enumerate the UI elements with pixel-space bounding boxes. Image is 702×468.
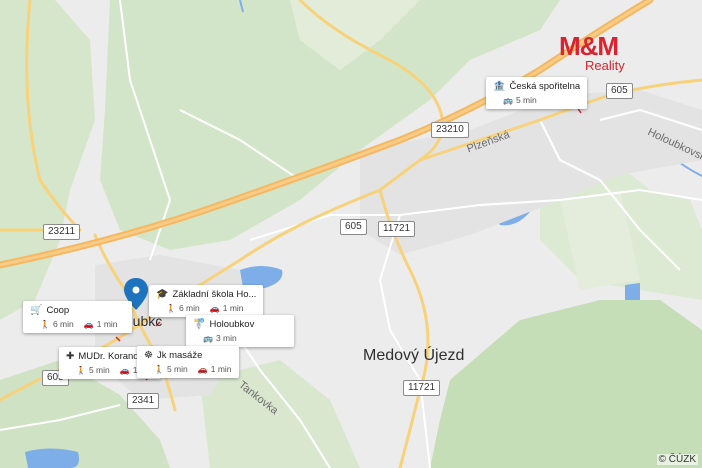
road-shield: 605 <box>340 219 367 235</box>
poi-time: 5 min <box>88 365 110 375</box>
medical-icon: ✚ <box>66 351 75 362</box>
poi-time: 1 min <box>96 319 118 329</box>
place-label: Medový Újezd <box>363 347 465 364</box>
car-icon: 🚗 <box>83 320 94 329</box>
school-icon: 🎓 <box>156 289 169 300</box>
poi-name: Základní škola Ho... <box>172 289 257 300</box>
logo-brand: M&M <box>559 31 619 61</box>
poi-card-holoubkov-stop[interactable]: 🚏 Holoubkov 🚌 3 min <box>186 315 295 347</box>
road-shield: 11721 <box>378 221 416 237</box>
cart-icon: 🛒 <box>30 305 43 316</box>
road-shield: 23210 <box>431 122 469 138</box>
poi-time: 1 min <box>222 303 244 313</box>
brand-logo[interactable]: M&M Reality <box>559 33 625 73</box>
map-attribution[interactable]: © ČÚZK <box>656 454 698 465</box>
poi-name: Holoubkov <box>209 319 255 330</box>
road-shield: 23211 <box>43 224 81 240</box>
walk-icon: 🚶 <box>154 365 164 374</box>
poi-name: Coop <box>46 305 70 316</box>
poi-name: Jk masáže <box>156 350 203 361</box>
poi-time: 6 min <box>178 303 200 313</box>
poi-time: 1 min <box>210 364 232 374</box>
poi-time: 3 min <box>215 333 237 343</box>
car-icon: 🚗 <box>197 365 208 374</box>
bus-stop-icon: 🚏 <box>193 319 206 330</box>
poi-card-coop[interactable]: 🛒 Coop 🚶 6 min 🚗 1 min <box>23 301 132 333</box>
car-icon: 🚗 <box>209 304 220 313</box>
bank-icon: 🏦 <box>493 81 506 92</box>
massage-icon: ☸ <box>144 350 153 361</box>
poi-time: 6 min <box>52 319 74 329</box>
road-shield: 605 <box>606 83 633 99</box>
poi-card-jk-masaze[interactable]: ☸ Jk masáže 🚶 5 min 🚗 1 min <box>137 346 239 378</box>
road-shield: 2341 <box>127 393 160 409</box>
walk-icon: 🚶 <box>40 320 50 329</box>
car-icon: 🚗 <box>119 366 130 375</box>
road-shield: 11721 <box>403 380 441 396</box>
poi-time: 5 min <box>515 95 537 105</box>
bus-icon: 🚌 <box>203 334 213 343</box>
walk-icon: 🚶 <box>166 304 176 313</box>
poi-name: Česká spořitelna <box>509 81 581 92</box>
bus-icon: 🚌 <box>503 96 513 105</box>
map-canvas[interactable]: 23211 23210 605 605 605 11721 11721 2341… <box>0 0 702 468</box>
walk-icon: 🚶 <box>76 366 86 375</box>
poi-card-zakladni-skola[interactable]: 🎓 Základní škola Ho... 🚶 6 min 🚗 1 min <box>149 285 264 317</box>
poi-time: 5 min <box>166 364 188 374</box>
poi-card-ceska-sporitelna[interactable]: 🏦 Česká spořitelna 🚌 5 min <box>486 77 588 109</box>
logo-sub: Reality <box>585 58 625 73</box>
